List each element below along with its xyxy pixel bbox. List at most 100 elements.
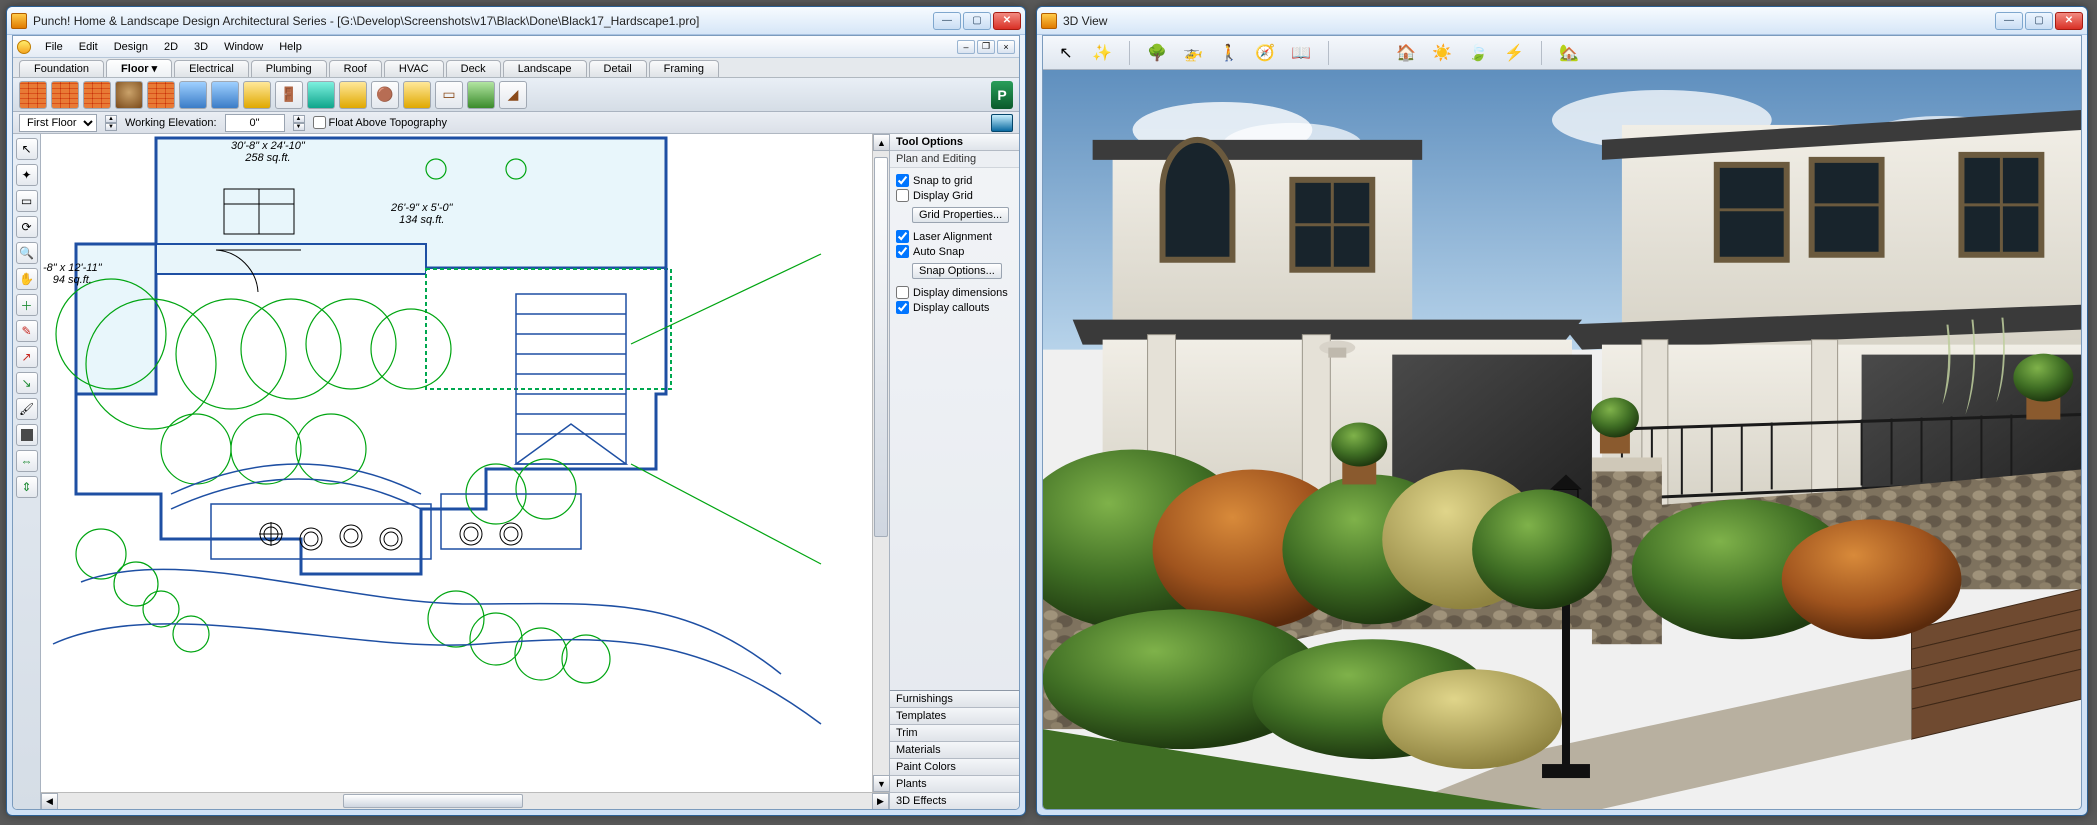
lightning-icon[interactable]: ⚡ bbox=[1501, 40, 1527, 66]
sun-icon[interactable]: ☀️ bbox=[1429, 40, 1455, 66]
checker-icon[interactable] bbox=[16, 424, 38, 446]
plan-canvas[interactable]: 30'-8" x 24'-10" 258 sq.ft. 26'-9" x 5'-… bbox=[41, 134, 872, 792]
tb-plant-icon[interactable] bbox=[467, 81, 495, 109]
acc-paint-colors[interactable]: Paint Colors bbox=[890, 758, 1019, 775]
tb-table-icon[interactable] bbox=[339, 81, 367, 109]
menu-design[interactable]: Design bbox=[106, 39, 156, 55]
tb-barrel-icon[interactable] bbox=[115, 81, 143, 109]
auto-snap-checkbox[interactable]: Auto Snap bbox=[896, 245, 1013, 258]
compass-icon[interactable]: 🧭 bbox=[1252, 40, 1278, 66]
helicopter-icon[interactable]: 🚁 bbox=[1180, 40, 1206, 66]
menu-window[interactable]: Window bbox=[216, 39, 271, 55]
mdi-restore[interactable]: ❐ bbox=[977, 40, 995, 54]
display-grid-checkbox[interactable]: Display Grid bbox=[896, 189, 1013, 202]
display-callouts-checkbox[interactable]: Display callouts bbox=[896, 301, 1013, 314]
menu-help[interactable]: Help bbox=[271, 39, 310, 55]
punch-p-logo-icon[interactable]: P bbox=[991, 81, 1013, 109]
maximize-button[interactable]: ▢ bbox=[963, 12, 991, 30]
book-icon[interactable]: 📖 bbox=[1288, 40, 1314, 66]
home-small-icon[interactable]: 🏡 bbox=[1556, 40, 1582, 66]
eyedropper-icon[interactable]: ✎ bbox=[16, 320, 38, 342]
paint-tool-icon[interactable]: 🖌 bbox=[16, 398, 38, 420]
tb-brick-4-icon[interactable] bbox=[147, 81, 175, 109]
snap-options-button[interactable]: Snap Options... bbox=[912, 263, 1002, 279]
tb-column-1-icon[interactable] bbox=[179, 81, 207, 109]
laser-alignment-checkbox[interactable]: Laser Alignment bbox=[896, 230, 1013, 243]
3d-close-button[interactable]: ✕ bbox=[2055, 12, 2083, 30]
tb-brick-1-icon[interactable] bbox=[19, 81, 47, 109]
tab-foundation[interactable]: Foundation bbox=[19, 60, 104, 77]
mdi-close[interactable]: × bbox=[997, 40, 1015, 54]
add-point-icon[interactable]: ＋ bbox=[16, 294, 38, 316]
designer-titlebar[interactable]: Punch! Home & Landscape Design Architect… bbox=[7, 7, 1025, 35]
vscroll-up-icon[interactable]: ▲ bbox=[873, 134, 890, 151]
canvas-hscroll[interactable]: ◀ ▶ bbox=[41, 792, 889, 809]
lasso-tool-icon[interactable]: ✦ bbox=[16, 164, 38, 186]
tb-brick-3-icon[interactable] bbox=[83, 81, 111, 109]
sheet-icon[interactable] bbox=[991, 114, 1013, 132]
tab-floor[interactable]: Floor ▾ bbox=[106, 59, 172, 77]
hscroll-left-icon[interactable]: ◀ bbox=[41, 793, 58, 809]
rotate-tool-icon[interactable]: ⟳ bbox=[16, 216, 38, 238]
grow-bounds-icon[interactable]: ↗ bbox=[16, 346, 38, 368]
acc-plants[interactable]: Plants bbox=[890, 775, 1019, 792]
tab-landscape[interactable]: Landscape bbox=[503, 60, 587, 77]
shrink-bounds-icon[interactable]: ↘ bbox=[16, 372, 38, 394]
house-icon[interactable]: 🏠 bbox=[1393, 40, 1419, 66]
tab-deck[interactable]: Deck bbox=[446, 60, 501, 77]
tab-roof[interactable]: Roof bbox=[329, 60, 382, 77]
snap-to-grid-checkbox[interactable]: Snap to grid bbox=[896, 174, 1013, 187]
tree-icon[interactable]: 🌳 bbox=[1144, 40, 1170, 66]
tb-brick-2-icon[interactable] bbox=[51, 81, 79, 109]
float-above-topo-input[interactable] bbox=[313, 116, 326, 129]
tb-window-icon[interactable] bbox=[307, 81, 335, 109]
cursor-icon[interactable]: ↖ bbox=[1053, 40, 1079, 66]
tb-cabinet-icon[interactable] bbox=[403, 81, 431, 109]
tb-stool-icon[interactable]: 🟤 bbox=[371, 81, 399, 109]
vscroll-thumb[interactable] bbox=[874, 157, 888, 537]
acc-materials[interactable]: Materials bbox=[890, 741, 1019, 758]
float-above-topo-checkbox[interactable]: Float Above Topography bbox=[313, 116, 447, 129]
tb-counter-icon[interactable] bbox=[243, 81, 271, 109]
wind-icon[interactable]: 🍃 bbox=[1465, 40, 1491, 66]
acc-furnishings[interactable]: Furnishings bbox=[890, 690, 1019, 707]
3d-view-titlebar[interactable]: 3D View — ▢ ✕ bbox=[1037, 7, 2087, 35]
minimize-button[interactable]: — bbox=[933, 12, 961, 30]
floor-spinner[interactable]: ▲▼ bbox=[105, 115, 117, 131]
walk-icon[interactable]: 🚶 bbox=[1216, 40, 1242, 66]
select-tool-icon[interactable]: ↖ bbox=[16, 138, 38, 160]
menu-file[interactable]: File bbox=[37, 39, 71, 55]
tb-door-icon[interactable]: 🚪 bbox=[275, 81, 303, 109]
3d-maximize-button[interactable]: ▢ bbox=[2025, 12, 2053, 30]
grid-properties-button[interactable]: Grid Properties... bbox=[912, 207, 1009, 223]
tab-detail[interactable]: Detail bbox=[589, 60, 647, 77]
hscroll-thumb[interactable] bbox=[343, 794, 523, 808]
dimension-1-icon[interactable]: ⇔ bbox=[16, 450, 38, 472]
3d-viewport[interactable] bbox=[1043, 70, 2081, 809]
wand-icon[interactable]: ✨ bbox=[1089, 40, 1115, 66]
menu-2d[interactable]: 2D bbox=[156, 39, 186, 55]
tb-plank-icon[interactable]: ▭ bbox=[435, 81, 463, 109]
tab-hvac[interactable]: HVAC bbox=[384, 60, 444, 77]
tab-plumbing[interactable]: Plumbing bbox=[251, 60, 327, 77]
hscroll-right-icon[interactable]: ▶ bbox=[872, 793, 889, 809]
close-button[interactable]: ✕ bbox=[993, 12, 1021, 30]
dimension-2-icon[interactable]: ⇕ bbox=[16, 476, 38, 498]
marquee-tool-icon[interactable]: ▭ bbox=[16, 190, 38, 212]
menu-3d[interactable]: 3D bbox=[186, 39, 216, 55]
tb-column-2-icon[interactable] bbox=[211, 81, 239, 109]
acc-3d-effects[interactable]: 3D Effects bbox=[890, 792, 1019, 809]
tb-roofedge-icon[interactable]: ◢ bbox=[499, 81, 527, 109]
pan-tool-icon[interactable]: ✋ bbox=[16, 268, 38, 290]
menu-edit[interactable]: Edit bbox=[71, 39, 106, 55]
acc-trim[interactable]: Trim bbox=[890, 724, 1019, 741]
mdi-minimize[interactable]: – bbox=[957, 40, 975, 54]
vscroll-down-icon[interactable]: ▼ bbox=[873, 775, 890, 792]
canvas-vscroll[interactable]: ▲ ▼ bbox=[872, 134, 889, 792]
acc-templates[interactable]: Templates bbox=[890, 707, 1019, 724]
working-elevation-input[interactable] bbox=[225, 114, 285, 132]
elevation-spinner[interactable]: ▲▼ bbox=[293, 115, 305, 131]
floor-selector[interactable]: First Floor bbox=[19, 114, 97, 132]
3d-minimize-button[interactable]: — bbox=[1995, 12, 2023, 30]
tab-electrical[interactable]: Electrical bbox=[174, 60, 249, 77]
